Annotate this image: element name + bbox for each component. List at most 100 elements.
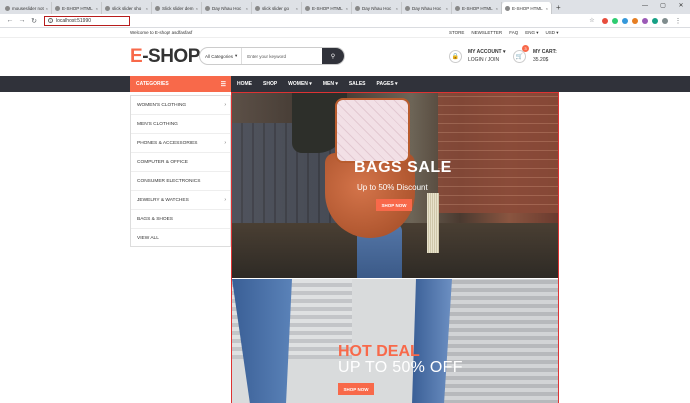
cart-total: 35.20$ (533, 57, 549, 63)
nav-sales[interactable]: SALES (349, 81, 366, 87)
tab-favicon-icon (155, 5, 160, 11)
browser-tab[interactable]: Day Nhau Hoc × (402, 2, 452, 14)
tab-favicon-icon (105, 5, 110, 11)
hot-deal-banner[interactable]: HOT DEAL UP TO 50% OFF SHOP NOW (232, 279, 558, 403)
tab-label: E-SHOP HTML (312, 5, 343, 11)
search-button[interactable]: ⚲ (322, 48, 344, 64)
category-item[interactable]: JEWELRY & WATCHES › (131, 191, 230, 210)
browser-tab[interactable]: Day Nhau Hoc × (202, 2, 252, 14)
welcome-text: Welcome to E-shop! asdfasfasf (130, 30, 193, 35)
browser-tab[interactable]: Day Nhau Hoc × (352, 2, 402, 14)
tab-favicon-icon (55, 5, 60, 11)
browser-tab[interactable]: slick slider go × (252, 2, 302, 14)
tab-label: slick slider sho (112, 5, 142, 11)
currency-select[interactable]: USD ▾ (545, 30, 558, 36)
extension-icon[interactable] (612, 17, 618, 24)
account-title[interactable]: MY ACCOUNT ▾ (468, 49, 506, 55)
category-item[interactable]: VIEW ALL (131, 229, 230, 248)
extension-icons: ☆ ⋮ (586, 17, 690, 25)
tab-label: Slick slider dem (162, 5, 194, 11)
categories-toggle[interactable]: CATEGORIES ☰ (130, 76, 231, 92)
top-links: STORE NEWSLETTER FAQ ENG ▾ USD ▾ (449, 30, 559, 36)
tab-favicon-icon (455, 5, 460, 11)
tab-close-icon[interactable]: × (445, 6, 448, 11)
extension-icon[interactable] (602, 17, 608, 24)
category-item[interactable]: MEN'S CLOTHING (131, 115, 230, 134)
tab-label: Day Nhau Hoc (212, 5, 242, 11)
browser-tab[interactable]: E-SHOP HTML × (502, 2, 552, 14)
tab-close-icon[interactable]: × (145, 6, 148, 11)
browser-tab[interactable]: E-SHOP HTML × (452, 2, 502, 14)
tab-close-icon[interactable]: × (345, 6, 348, 11)
browser-tab[interactable]: Slick slider dem × (152, 2, 202, 14)
faq-link[interactable]: FAQ (509, 30, 518, 36)
reload-icon[interactable]: ↻ (28, 17, 40, 25)
browser-tab[interactable]: mouseslider not × (2, 2, 52, 14)
shop-now-button[interactable]: SHOP NOW (338, 383, 374, 395)
browser-tab[interactable]: E-SHOP HTML × (52, 2, 102, 14)
tab-favicon-icon (205, 5, 210, 11)
tab-favicon-icon (405, 5, 410, 11)
browser-tab[interactable]: E-SHOP HTML × (302, 2, 352, 14)
extension-icon[interactable] (632, 17, 638, 24)
banner-area: BAGS SALE Up to 50% Discount SHOP NOW HO… (231, 92, 559, 403)
shop-now-button[interactable]: SHOP NOW (376, 199, 412, 211)
category-label: PHONES & ACCESSORIES (137, 140, 198, 146)
back-icon[interactable]: ← (4, 17, 16, 24)
category-item[interactable]: CONSUMER ELECTRONICS (131, 172, 230, 191)
maximize-icon[interactable]: ▢ (654, 0, 672, 12)
close-window-icon[interactable]: ✕ (672, 0, 690, 12)
nav-shop[interactable]: SHOP (263, 81, 277, 87)
store-link[interactable]: STORE (449, 30, 464, 36)
url-text: localhost:51990 (56, 17, 92, 24)
category-label: WOMEN'S CLOTHING (137, 102, 187, 108)
logo[interactable]: E-SHOP (130, 46, 200, 68)
extension-icon[interactable] (622, 17, 628, 24)
bags-sale-banner[interactable]: BAGS SALE Up to 50% Discount SHOP NOW (232, 93, 558, 278)
menu-icon[interactable]: ⋮ (672, 17, 684, 25)
category-item[interactable]: PHONES & ACCESSORIES › (131, 134, 230, 153)
login-join-link[interactable]: LOGIN / JOIN (468, 57, 499, 63)
tab-close-icon[interactable]: × (245, 6, 248, 11)
tab-close-icon[interactable]: × (295, 6, 298, 11)
main-nav-menu: HOME SHOP WOMEN ▾ MEN ▾ SALES PAGES ▾ (237, 76, 398, 92)
tab-close-icon[interactable]: × (95, 6, 98, 11)
profile-avatar[interactable] (662, 17, 668, 24)
category-item[interactable]: COMPUTER & OFFICE (131, 153, 230, 172)
tab-close-icon[interactable]: × (545, 6, 548, 11)
newsletter-link[interactable]: NEWSLETTER (471, 30, 502, 36)
tab-close-icon[interactable]: × (45, 6, 48, 11)
category-item[interactable]: BAGS & SHOES (131, 210, 230, 229)
browser-tab[interactable]: slick slider sho × (102, 2, 152, 14)
info-icon[interactable]: i (48, 18, 53, 23)
nav-men[interactable]: MEN ▾ (323, 81, 338, 87)
nav-home[interactable]: HOME (237, 81, 252, 87)
menu-bars-icon: ☰ (220, 81, 226, 88)
tab-close-icon[interactable]: × (395, 6, 398, 11)
forward-icon[interactable]: → (16, 17, 28, 24)
category-item[interactable]: WOMEN'S CLOTHING › (131, 96, 230, 115)
tab-favicon-icon (5, 5, 10, 11)
minimize-icon[interactable]: — (636, 0, 654, 12)
search-input[interactable]: Enter your keyword (242, 54, 322, 59)
url-field[interactable]: i localhost:51990 (44, 15, 130, 26)
search-icon: ⚲ (330, 53, 336, 60)
model-jeans-image (232, 279, 292, 403)
user-icon[interactable]: 🔒 (449, 50, 462, 63)
new-tab-icon[interactable]: + (552, 2, 565, 14)
extension-icon[interactable] (652, 17, 658, 24)
star-icon[interactable]: ☆ (586, 17, 598, 24)
language-select[interactable]: ENG ▾ (525, 30, 538, 36)
nav-pages[interactable]: PAGES ▾ (377, 81, 398, 87)
category-label: BAGS & SHOES (137, 216, 173, 222)
nav-women[interactable]: WOMEN ▾ (288, 81, 312, 87)
browser-tab-bar: mouseslider not × E-SHOP HTML × slick slider… (0, 0, 690, 14)
cart-title[interactable]: MY CART: (533, 49, 557, 55)
tab-label: slick slider go (262, 5, 290, 11)
tab-close-icon[interactable]: × (495, 6, 498, 11)
chevron-right-icon: › (224, 197, 226, 203)
category-label: JEWELRY & WATCHES (137, 197, 189, 203)
extension-icon[interactable] (642, 17, 648, 24)
search-category-select[interactable]: All Categories ▾ (200, 48, 243, 64)
tab-close-icon[interactable]: × (195, 6, 198, 11)
